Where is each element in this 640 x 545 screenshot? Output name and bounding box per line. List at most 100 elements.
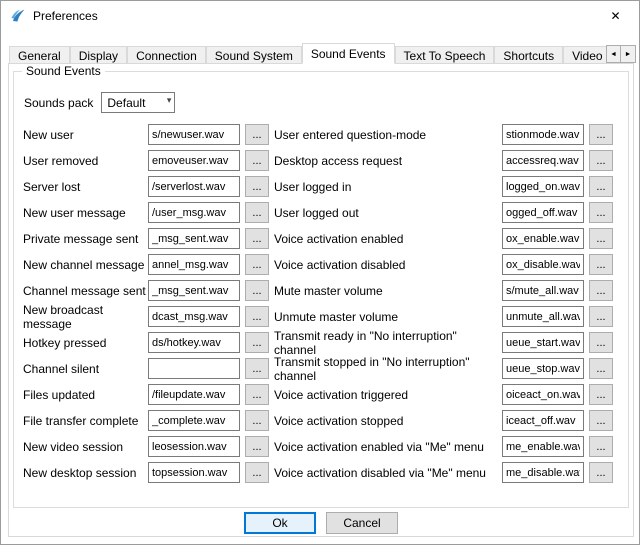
tab-connection[interactable]: Connection: [127, 46, 206, 64]
sound-file-input[interactable]: [502, 280, 584, 301]
sound-file-input[interactable]: [502, 436, 584, 457]
sound-file-input[interactable]: [502, 150, 584, 171]
sound-file-input[interactable]: [502, 332, 584, 353]
browse-button[interactable]: ...: [589, 150, 613, 171]
browse-button[interactable]: ...: [589, 202, 613, 223]
sound-event-row: Files updated ...: [23, 384, 273, 405]
sound-event-label: Voice activation enabled: [274, 232, 502, 246]
browse-button[interactable]: ...: [589, 358, 613, 379]
browse-button[interactable]: ...: [589, 410, 613, 431]
sound-file-input[interactable]: [148, 254, 240, 275]
sound-event-row: Desktop access request ...: [274, 150, 626, 171]
sounds-pack-value: Default: [107, 96, 145, 110]
browse-button[interactable]: ...: [589, 254, 613, 275]
tab-display[interactable]: Display: [70, 46, 127, 64]
sound-event-row: Mute master volume ...: [274, 280, 626, 301]
sound-event-row: New video session ...: [23, 436, 273, 457]
tab-scroll-right-button[interactable]: ►: [621, 45, 636, 63]
cancel-button[interactable]: Cancel: [326, 512, 398, 534]
sound-file-input[interactable]: [502, 358, 584, 379]
tab-general[interactable]: General: [9, 46, 70, 64]
browse-button[interactable]: ...: [245, 228, 269, 249]
sound-event-label: File transfer complete: [23, 414, 148, 428]
tab-scroll-left-button[interactable]: ◄: [606, 45, 621, 63]
tab-shortcuts[interactable]: Shortcuts: [494, 46, 563, 64]
browse-button[interactable]: ...: [245, 332, 269, 353]
browse-button[interactable]: ...: [589, 306, 613, 327]
sound-file-input[interactable]: [148, 202, 240, 223]
browse-button[interactable]: ...: [245, 462, 269, 483]
tab-text-to-speech[interactable]: Text To Speech: [395, 46, 495, 64]
sound-event-row: Hotkey pressed ...: [23, 332, 273, 353]
sound-event-row: New broadcast message ...: [23, 306, 273, 327]
sound-file-input[interactable]: [148, 150, 240, 171]
sound-file-input[interactable]: [502, 410, 584, 431]
tab-video[interactable]: Video: [563, 46, 609, 64]
sound-file-input[interactable]: [148, 280, 240, 301]
sound-event-label: Voice activation disabled: [274, 258, 502, 272]
browse-button[interactable]: ...: [589, 228, 613, 249]
tab-scroll-control: ◄ ►: [606, 45, 636, 63]
browse-button[interactable]: ...: [245, 150, 269, 171]
sound-event-row: Private message sent ...: [23, 228, 273, 249]
chevron-down-icon: ▾: [167, 95, 172, 106]
sound-event-row: User logged in ...: [274, 176, 626, 197]
close-button[interactable]: ✕: [593, 2, 638, 30]
close-icon: ✕: [610, 9, 620, 23]
browse-button[interactable]: ...: [589, 332, 613, 353]
browse-button[interactable]: ...: [245, 254, 269, 275]
sounds-pack-select[interactable]: Default ▾: [101, 92, 175, 113]
browse-button[interactable]: ...: [589, 462, 613, 483]
browse-button[interactable]: ...: [589, 176, 613, 197]
sound-events-column-left: New user ... User removed ... Server los…: [23, 124, 273, 488]
browse-button[interactable]: ...: [245, 124, 269, 145]
sound-file-input[interactable]: [502, 202, 584, 223]
browse-button[interactable]: ...: [245, 410, 269, 431]
browse-button[interactable]: ...: [245, 202, 269, 223]
browse-button[interactable]: ...: [245, 176, 269, 197]
browse-button[interactable]: ...: [245, 384, 269, 405]
browse-button[interactable]: ...: [245, 358, 269, 379]
sound-event-label: Server lost: [23, 180, 148, 194]
tab-strip: General Display Connection Sound System …: [9, 43, 609, 64]
sound-event-row: User entered question-mode ...: [274, 124, 626, 145]
sound-file-input[interactable]: [148, 410, 240, 431]
sound-file-input[interactable]: [148, 332, 240, 353]
browse-button[interactable]: ...: [589, 384, 613, 405]
sound-event-label: Channel message sent: [23, 284, 148, 298]
browse-button[interactable]: ...: [589, 436, 613, 457]
sound-event-row: New user ...: [23, 124, 273, 145]
sound-file-input[interactable]: [148, 462, 240, 483]
browse-button[interactable]: ...: [589, 124, 613, 145]
sound-file-input[interactable]: [148, 306, 240, 327]
sound-event-label: Files updated: [23, 388, 148, 402]
browse-button[interactable]: ...: [245, 436, 269, 457]
sound-file-input[interactable]: [502, 306, 584, 327]
sound-file-input[interactable]: [148, 124, 240, 145]
sound-events-page: Sound Events Sounds pack Default ▾ New u…: [8, 63, 634, 537]
sound-event-label: User entered question-mode: [274, 128, 502, 142]
tab-sound-system[interactable]: Sound System: [206, 46, 302, 64]
ok-button[interactable]: Ok: [244, 512, 316, 534]
sound-event-label: Transmit stopped in "No interruption" ch…: [274, 355, 502, 383]
sound-file-input[interactable]: [502, 176, 584, 197]
tab-sound-events[interactable]: Sound Events: [302, 43, 395, 64]
sound-file-input[interactable]: [502, 462, 584, 483]
browse-button[interactable]: ...: [589, 280, 613, 301]
sound-file-input[interactable]: [148, 436, 240, 457]
sound-file-input[interactable]: [148, 384, 240, 405]
sound-event-label: User logged in: [274, 180, 502, 194]
sound-event-label: User removed: [23, 154, 148, 168]
sound-file-input[interactable]: [502, 254, 584, 275]
sound-event-row: Voice activation disabled ...: [274, 254, 626, 275]
browse-button[interactable]: ...: [245, 306, 269, 327]
sound-file-input[interactable]: [502, 228, 584, 249]
sound-file-input[interactable]: [148, 358, 240, 379]
sound-event-label: New video session: [23, 440, 148, 454]
sound-event-row: Channel message sent ...: [23, 280, 273, 301]
sound-file-input[interactable]: [148, 228, 240, 249]
browse-button[interactable]: ...: [245, 280, 269, 301]
sound-file-input[interactable]: [502, 124, 584, 145]
sound-file-input[interactable]: [148, 176, 240, 197]
sound-file-input[interactable]: [502, 384, 584, 405]
